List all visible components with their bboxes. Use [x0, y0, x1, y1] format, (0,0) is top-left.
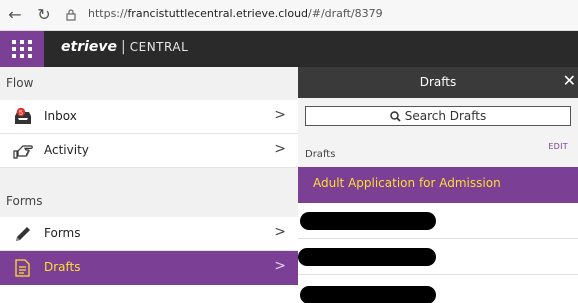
app-header: etrieve | CENTRAL [0, 31, 578, 67]
waffle-dot [20, 40, 24, 44]
waffle-dot [20, 47, 24, 51]
chevron-right-icon: > [274, 107, 286, 123]
chevron-right-icon: > [274, 258, 286, 274]
panel-title: Drafts [419, 75, 457, 89]
close-icon[interactable]: ✕ [563, 72, 576, 90]
nav-label-drafts: Drafts [44, 260, 81, 274]
redaction-bar [298, 248, 436, 266]
logo-separator: | [121, 39, 126, 55]
nav-item-activity[interactable]: Activity > [0, 134, 298, 168]
lock-icon [66, 9, 76, 21]
reload-icon[interactable]: ↻ [35, 6, 53, 24]
section-heading-flow: Flow [0, 67, 298, 100]
drafts-list-label: Drafts [305, 149, 336, 160]
redaction-bar [300, 212, 436, 230]
nav-label-inbox: Inbox [44, 109, 77, 123]
product-name: CENTRAL [129, 40, 189, 54]
nav-item-inbox[interactable]: 5 Inbox > [0, 100, 298, 134]
browser-toolbar: ← ↻ https://francistuttlecentral.etrieve… [0, 0, 578, 31]
nav-label-forms: Forms [44, 226, 81, 240]
chevron-right-icon: > [274, 141, 286, 157]
url-host: francistuttlecentral.etrieve.cloud [127, 7, 309, 20]
draft-list-item[interactable]: Adult Application for Admission [298, 167, 578, 203]
redaction-bar [300, 286, 436, 303]
url-path: /#/draft/8379 [308, 7, 383, 20]
pointing-hand-icon [13, 145, 33, 159]
search-label: Search Drafts [404, 109, 487, 123]
nav-item-forms[interactable]: Forms > [0, 217, 298, 251]
chevron-right-icon: > [274, 224, 286, 240]
app-logo[interactable]: etrieve | CENTRAL [61, 39, 188, 55]
nav-label-activity: Activity [44, 143, 89, 157]
nav-item-drafts[interactable]: Drafts > [0, 251, 298, 285]
draft-list-item[interactable] [298, 203, 578, 239]
pencil-icon [16, 227, 30, 241]
waffle-dot [12, 54, 16, 58]
waffle-dot [28, 47, 32, 51]
drafts-panel: Drafts ✕ Search Drafts Drafts EDIT Adult… [298, 67, 578, 303]
draft-list-item[interactable] [298, 275, 578, 303]
document-icon [15, 259, 30, 277]
edit-button[interactable]: EDIT [548, 142, 568, 151]
brand-name: etrieve [61, 39, 118, 55]
app-launcher-button[interactable] [0, 31, 44, 67]
search-drafts-input[interactable]: Search Drafts [305, 106, 571, 126]
draft-list-item[interactable] [298, 239, 578, 275]
waffle-dot [12, 40, 16, 44]
section-heading-forms: Forms [0, 168, 298, 217]
waffle-dot [28, 40, 32, 44]
url-prefix: https:// [88, 7, 128, 20]
waffle-dot [28, 54, 32, 58]
back-arrow-icon[interactable]: ← [6, 6, 24, 24]
inbox-icon: 5 [15, 108, 31, 124]
waffle-dot [12, 47, 16, 51]
inbox-badge-count: 5 [19, 110, 23, 117]
search-icon [389, 111, 401, 122]
panel-header: Drafts ✕ [298, 67, 578, 98]
left-navigation: Flow 5 Inbox > Activity > Forms Forms > … [0, 67, 298, 303]
address-bar[interactable]: https://francistuttlecentral.etrieve.clo… [88, 7, 383, 20]
search-placeholder: Search Drafts [306, 109, 570, 123]
draft-title: Adult Application for Admission [313, 176, 501, 190]
waffle-dot [20, 54, 24, 58]
